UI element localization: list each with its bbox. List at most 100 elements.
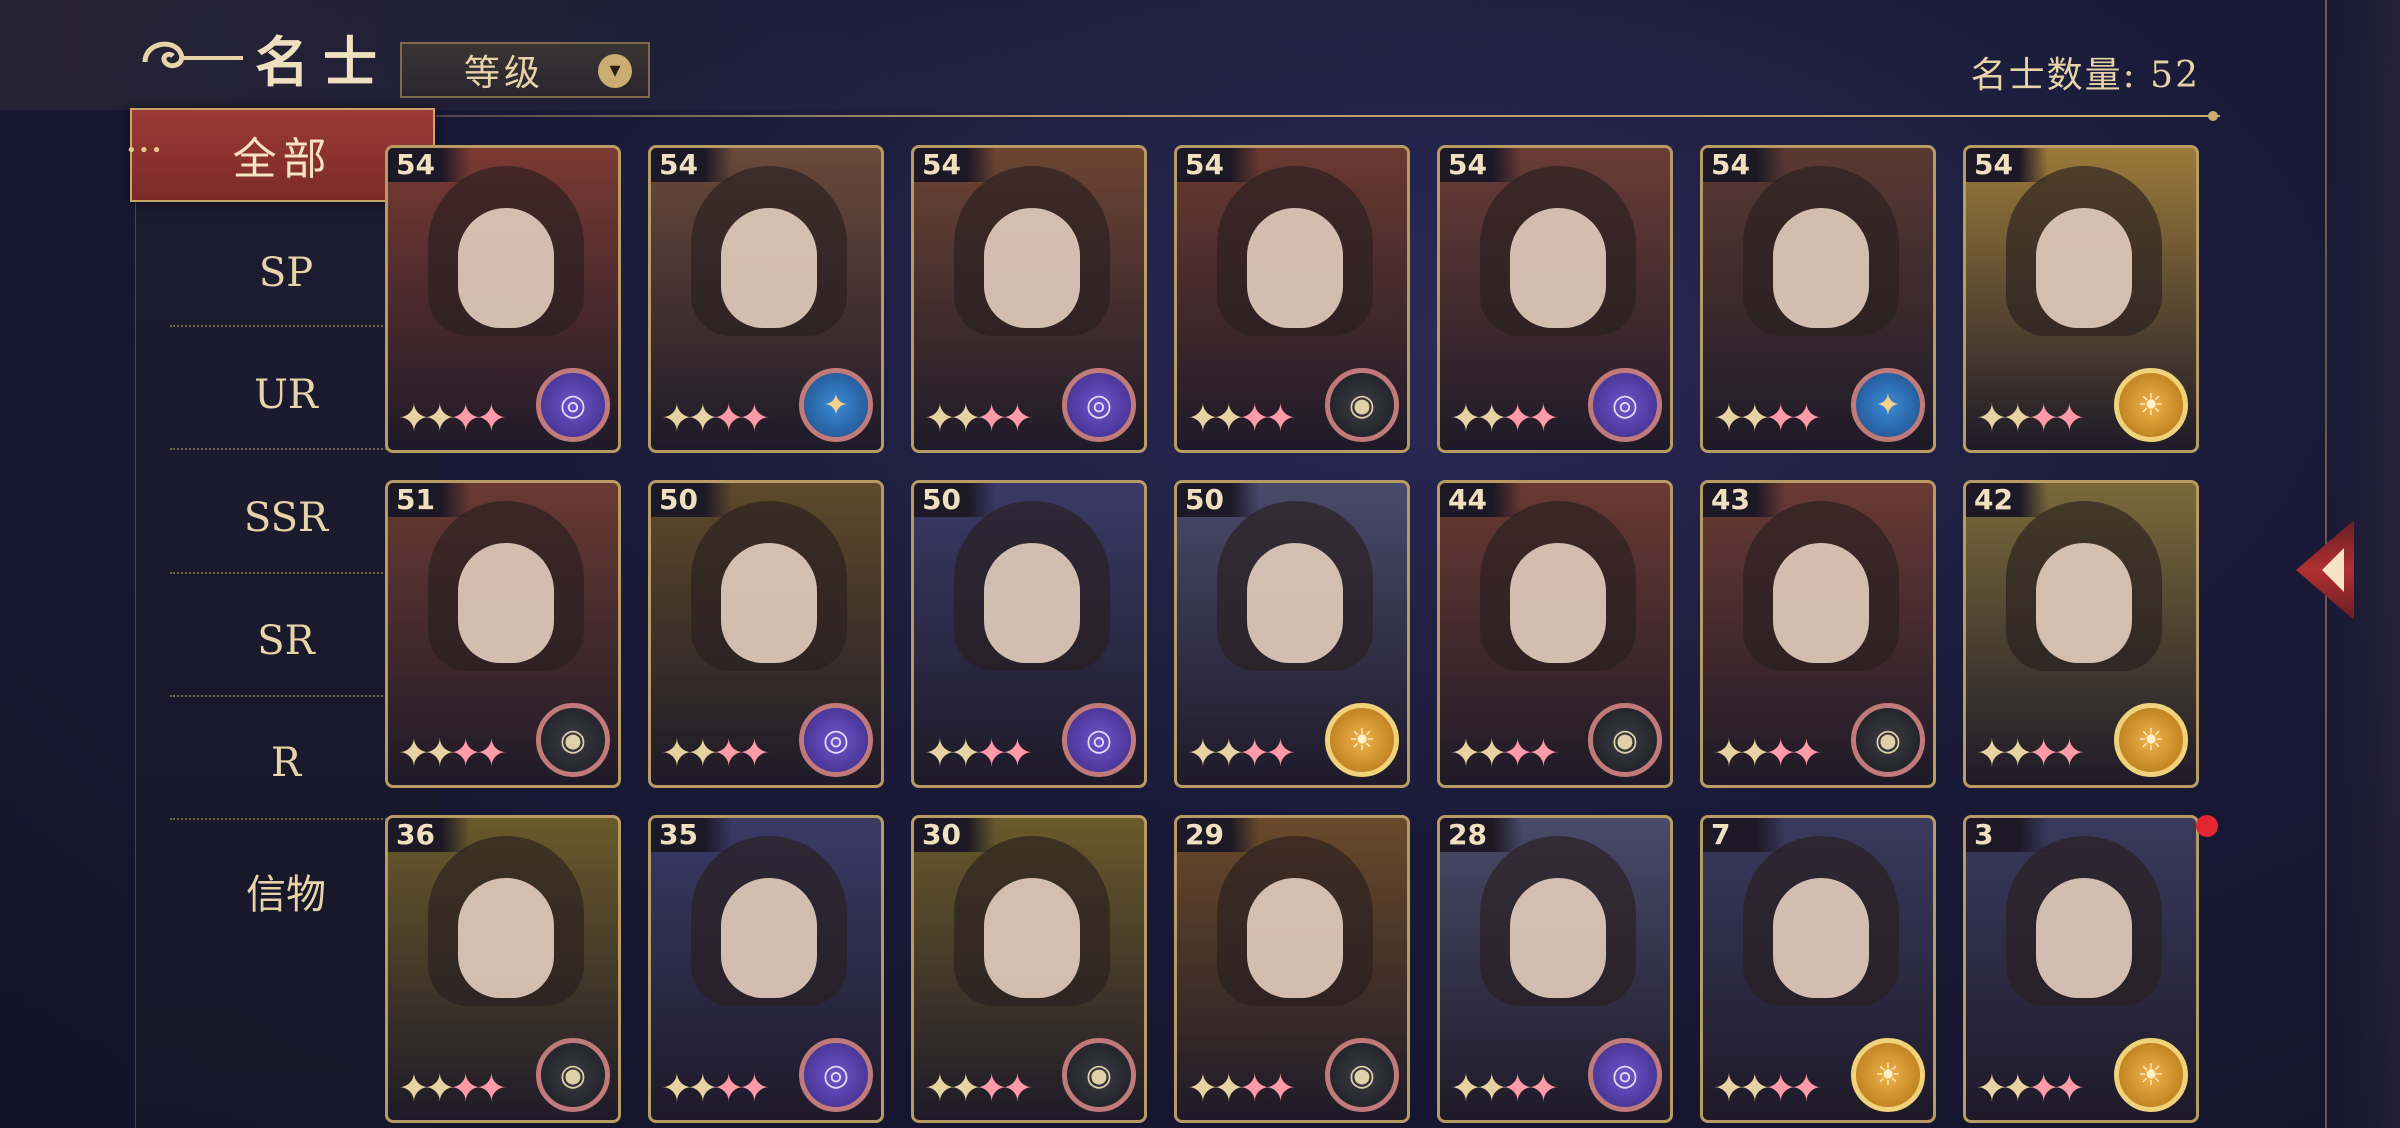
- star-rating: ✦✦✦✦: [924, 1066, 1033, 1110]
- level-tag: 44: [1440, 483, 1522, 517]
- faction-badge-icon: ☀: [1325, 703, 1399, 777]
- level-tag: 50: [651, 483, 733, 517]
- character-card[interactable]: 42 ✦✦✦✦ ☀: [1963, 480, 2199, 788]
- faction-badge-icon: ◎: [799, 1038, 873, 1112]
- portrait-face: [1247, 543, 1343, 663]
- faction-badge-icon: ◉: [1588, 703, 1662, 777]
- star-rating: ✦✦✦✦: [924, 396, 1033, 440]
- star-rating: ✦✦✦✦: [1976, 396, 2085, 440]
- faction-badge-icon: ✦: [799, 368, 873, 442]
- portrait-face: [1773, 878, 1869, 998]
- character-card[interactable]: 29 ✦✦✦✦ ◉: [1174, 815, 1410, 1123]
- portrait-face: [721, 543, 817, 663]
- portrait-face: [984, 208, 1080, 328]
- portrait-face: [2036, 878, 2132, 998]
- faction-badge-icon: ◉: [1062, 1038, 1136, 1112]
- character-card[interactable]: 50 ✦✦✦✦ ◎: [648, 480, 884, 788]
- star-rating: ✦✦✦✦: [1713, 396, 1822, 440]
- portrait-face: [1510, 878, 1606, 998]
- level-tag: 43: [1703, 483, 1785, 517]
- portrait-face: [1773, 208, 1869, 328]
- character-card[interactable]: 54 ✦✦✦✦ ◎: [385, 145, 621, 453]
- character-card[interactable]: 3 ✦✦✦✦ ☀: [1963, 815, 2199, 1123]
- level-tag: 54: [1703, 148, 1785, 182]
- star-rating: ✦✦✦✦: [661, 396, 770, 440]
- portrait-face: [984, 878, 1080, 998]
- star-rating: ✦✦✦✦: [398, 396, 507, 440]
- character-card[interactable]: 54 ✦✦✦✦ ◉: [1174, 145, 1410, 453]
- character-card[interactable]: 36 ✦✦✦✦ ◉: [385, 815, 621, 1123]
- star-rating: ✦✦✦✦: [1450, 396, 1559, 440]
- header-divider: [260, 115, 2220, 117]
- faction-badge-icon: ◉: [1325, 368, 1399, 442]
- star-rating: ✦✦✦✦: [1976, 731, 2085, 775]
- page-title: 名士: [255, 30, 391, 94]
- level-tag: 29: [1177, 818, 1259, 852]
- faction-badge-icon: ☀: [2114, 368, 2188, 442]
- character-card[interactable]: 54 ✦✦✦✦ ◎: [911, 145, 1147, 453]
- chevron-down-icon: ▾: [598, 54, 632, 88]
- faction-badge-icon: ◎: [799, 703, 873, 777]
- level-tag: 51: [388, 483, 470, 517]
- sidebar-divider: [170, 448, 410, 450]
- faction-badge-icon: ☀: [1851, 1038, 1925, 1112]
- character-card[interactable]: 7 ✦✦✦✦ ☀: [1700, 815, 1936, 1123]
- faction-badge-icon: ◎: [536, 368, 610, 442]
- level-sort-dropdown[interactable]: 等级 ▾: [400, 42, 650, 98]
- level-tag: 28: [1440, 818, 1522, 852]
- portrait-face: [1510, 543, 1606, 663]
- star-rating: ✦✦✦✦: [924, 731, 1033, 775]
- portrait-face: [2036, 208, 2132, 328]
- arrow-left-icon: [2322, 548, 2344, 592]
- star-rating: ✦✦✦✦: [1187, 731, 1296, 775]
- character-card[interactable]: 54 ✦✦✦✦ ✦: [648, 145, 884, 453]
- character-card[interactable]: 54 ✦✦✦✦ ☀: [1963, 145, 2199, 453]
- character-card[interactable]: 30 ✦✦✦✦ ◉: [911, 815, 1147, 1123]
- character-card[interactable]: 50 ✦✦✦✦ ☀: [1174, 480, 1410, 788]
- star-rating: ✦✦✦✦: [1713, 731, 1822, 775]
- character-card[interactable]: 28 ✦✦✦✦ ◎: [1437, 815, 1673, 1123]
- sidebar-divider: [170, 325, 410, 327]
- portrait-face: [458, 878, 554, 998]
- star-rating: ✦✦✦✦: [1450, 1066, 1559, 1110]
- portrait-face: [1247, 208, 1343, 328]
- star-rating: ✦✦✦✦: [1976, 1066, 2085, 1110]
- star-rating: ✦✦✦✦: [1187, 1066, 1296, 1110]
- portrait-face: [1773, 543, 1869, 663]
- character-card[interactable]: 35 ✦✦✦✦ ◎: [648, 815, 884, 1123]
- faction-badge-icon: ◉: [1851, 703, 1925, 777]
- faction-badge-icon: ☀: [2114, 1038, 2188, 1112]
- level-tag: 3: [1966, 818, 2048, 852]
- character-card[interactable]: 50 ✦✦✦✦ ◎: [911, 480, 1147, 788]
- character-card[interactable]: 51 ✦✦✦✦ ◉: [385, 480, 621, 788]
- faction-badge-icon: ◎: [1062, 703, 1136, 777]
- character-card[interactable]: 44 ✦✦✦✦ ◉: [1437, 480, 1673, 788]
- level-tag: 35: [651, 818, 733, 852]
- portrait-face: [984, 543, 1080, 663]
- title-area: 名士: [135, 18, 391, 97]
- star-rating: ✦✦✦✦: [398, 731, 507, 775]
- portrait-face: [1510, 208, 1606, 328]
- portrait-face: [458, 543, 554, 663]
- level-tag: 7: [1703, 818, 1785, 852]
- level-tag: 54: [914, 148, 996, 182]
- level-tag: 36: [388, 818, 470, 852]
- faction-badge-icon: ◎: [1588, 368, 1662, 442]
- level-tag: 54: [651, 148, 733, 182]
- level-tag: 54: [1177, 148, 1259, 182]
- character-card[interactable]: 54 ✦✦✦✦ ✦: [1700, 145, 1936, 453]
- level-tag: 54: [388, 148, 470, 182]
- sidebar-divider: [170, 572, 410, 574]
- divider-dot: [2208, 111, 2218, 121]
- character-card[interactable]: 43 ✦✦✦✦ ◉: [1700, 480, 1936, 788]
- level-tag: 30: [914, 818, 996, 852]
- star-rating: ✦✦✦✦: [1450, 731, 1559, 775]
- faction-badge-icon: ◉: [536, 1038, 610, 1112]
- character-card[interactable]: 54 ✦✦✦✦ ◎: [1437, 145, 1673, 453]
- dropdown-label: 等级: [464, 53, 545, 94]
- star-rating: ✦✦✦✦: [661, 1066, 770, 1110]
- faction-badge-icon: ◉: [1325, 1038, 1399, 1112]
- sidebar-divider: [170, 818, 410, 820]
- faction-badge-icon: ◎: [1588, 1038, 1662, 1112]
- star-rating: ✦✦✦✦: [1713, 1066, 1822, 1110]
